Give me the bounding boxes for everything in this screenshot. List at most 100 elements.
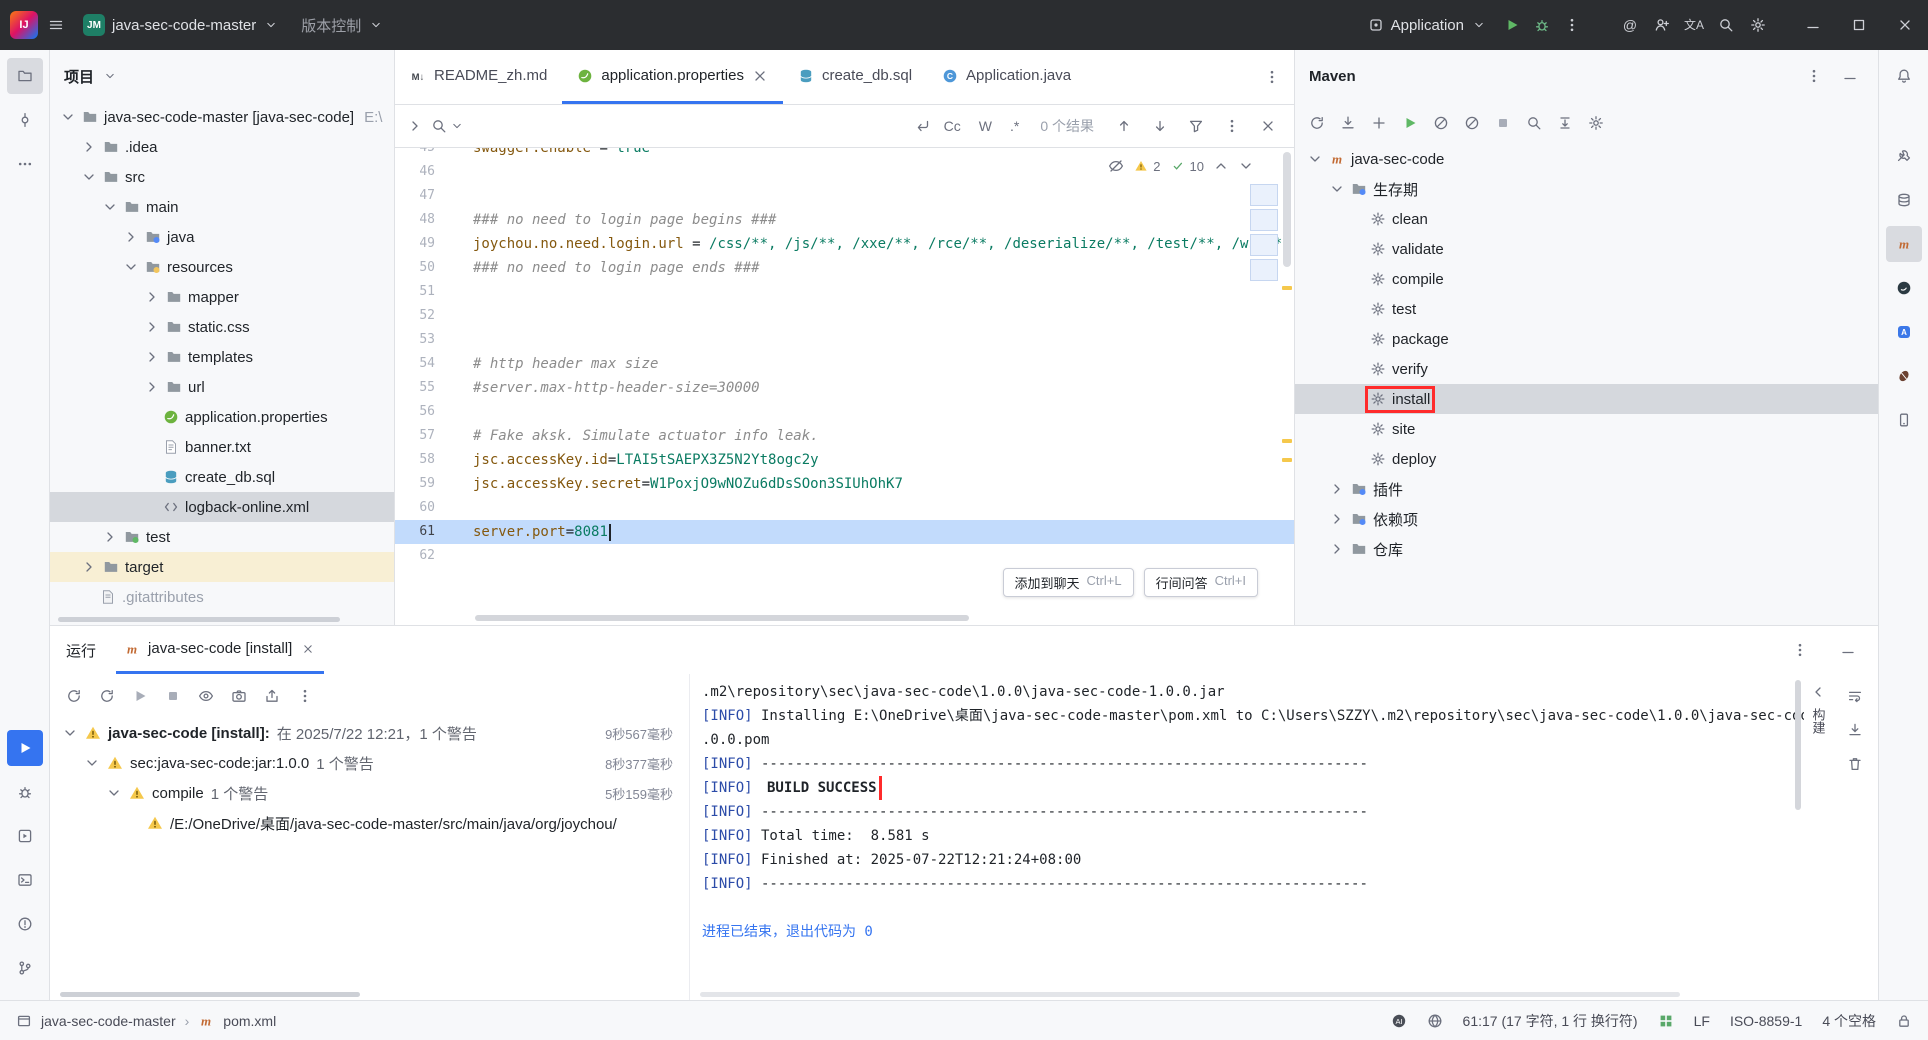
indent-style[interactable]: 4 个空格 bbox=[1822, 1011, 1876, 1031]
run-config-selector[interactable]: Application bbox=[1359, 11, 1496, 40]
notifications-bell-button[interactable] bbox=[1886, 58, 1922, 94]
chevron-right-icon[interactable] bbox=[144, 379, 160, 395]
code-line[interactable]: 62 bbox=[395, 544, 1294, 568]
editor-tab[interactable]: create_db.sql bbox=[783, 50, 927, 104]
project-tree-item[interactable]: static.css bbox=[50, 312, 394, 342]
settings-button[interactable] bbox=[1744, 11, 1772, 39]
collapsed-build-tab[interactable]: 构建 bbox=[1804, 674, 1832, 1000]
clear-button[interactable] bbox=[1841, 750, 1869, 778]
stop-button[interactable] bbox=[159, 682, 187, 710]
chevron-right-icon[interactable] bbox=[81, 139, 97, 155]
maven-tree-item[interactable]: site bbox=[1295, 414, 1878, 444]
chevron-right-icon[interactable] bbox=[1329, 541, 1345, 557]
chevron-down-icon[interactable] bbox=[102, 199, 118, 215]
inline-ai-button[interactable]: @ bbox=[1616, 11, 1644, 39]
tab-list-button[interactable] bbox=[1258, 63, 1286, 91]
maven-more-button[interactable] bbox=[1800, 62, 1828, 90]
scroll-end-button[interactable] bbox=[1841, 716, 1869, 744]
chevron-down-icon[interactable] bbox=[60, 109, 76, 125]
maven-button[interactable]: m bbox=[1885, 226, 1922, 262]
match-case-toggle[interactable]: Cc bbox=[939, 116, 966, 136]
code-line[interactable]: 60 bbox=[395, 496, 1294, 520]
project-folder-button[interactable] bbox=[6, 58, 43, 94]
build-tree-item[interactable]: compile 1 个警告 5秒159毫秒 bbox=[50, 778, 689, 808]
run-panel-more-button[interactable] bbox=[1786, 636, 1814, 664]
prev-occurrence-button[interactable] bbox=[1110, 112, 1138, 140]
project-tree-item[interactable]: templates bbox=[50, 342, 394, 372]
close-window-button[interactable] bbox=[1882, 0, 1928, 50]
run-button[interactable] bbox=[1498, 11, 1526, 39]
chevron-down-icon[interactable] bbox=[1329, 181, 1345, 197]
editor-hscrollbar[interactable] bbox=[475, 615, 970, 621]
project-tree-item[interactable]: java-sec-code-master [java-sec-code] E:\ bbox=[50, 102, 394, 132]
plugin-status-icon[interactable] bbox=[1658, 1013, 1674, 1029]
debug-button[interactable] bbox=[1528, 11, 1556, 39]
run-tab[interactable]: m java-sec-code [install] bbox=[116, 626, 325, 674]
warning-mark[interactable] bbox=[1282, 458, 1292, 463]
expand-search-icon[interactable] bbox=[407, 118, 423, 134]
minimize-window-button[interactable] bbox=[1790, 0, 1836, 50]
ai-assistant-button[interactable]: A bbox=[1886, 314, 1922, 350]
chevron-down-icon[interactable] bbox=[1307, 151, 1323, 167]
rerun-failed-button[interactable] bbox=[93, 682, 121, 710]
ai-action-button[interactable]: 添加到聊天 Ctrl+L bbox=[1002, 568, 1134, 597]
code-line[interactable]: 59 jsc.accessKey.secret=W1PoxjO9wNOZu6dDs… bbox=[395, 472, 1294, 496]
build-button[interactable] bbox=[1886, 138, 1922, 174]
vcs-widget[interactable]: 版本控制 bbox=[292, 9, 393, 42]
add-button[interactable] bbox=[1365, 109, 1393, 137]
services-button[interactable] bbox=[7, 818, 43, 854]
editor-tab[interactable]: application.properties bbox=[562, 50, 783, 104]
project-tree-item[interactable]: target bbox=[50, 552, 394, 582]
more-vert-button[interactable] bbox=[291, 682, 319, 710]
resume-button[interactable] bbox=[126, 682, 154, 710]
run-button[interactable] bbox=[1396, 109, 1424, 137]
run-console[interactable]: .m2\repository\sec\java-sec-code\1.0.0\j… bbox=[690, 674, 1804, 1000]
camera-button[interactable] bbox=[225, 682, 253, 710]
code-line[interactable]: 52 bbox=[395, 304, 1294, 328]
warning-mark[interactable] bbox=[1282, 286, 1292, 291]
code-line[interactable]: 57 # Fake aksk. Simulate actuator info le… bbox=[395, 424, 1294, 448]
code-line[interactable]: 61 server.port=8081 bbox=[395, 520, 1294, 544]
skip-tests-button[interactable] bbox=[1458, 109, 1486, 137]
run-tree-hscrollbar[interactable] bbox=[60, 992, 360, 997]
chevron-right-icon[interactable] bbox=[144, 289, 160, 305]
code-line[interactable]: 56 bbox=[395, 400, 1294, 424]
editor-tab[interactable]: C Application.java bbox=[927, 50, 1086, 104]
ai-action-button[interactable]: 行间问答 Ctrl+I bbox=[1143, 568, 1258, 597]
project-tree-item[interactable]: banner.txt bbox=[50, 432, 394, 462]
export-button[interactable] bbox=[258, 682, 286, 710]
terminal-button[interactable] bbox=[7, 862, 43, 898]
code-line[interactable]: 50 ### no need to login page ends ### bbox=[395, 256, 1294, 280]
maven-tree-item[interactable]: clean bbox=[1295, 204, 1878, 234]
code-line[interactable]: 54 # http header max size bbox=[395, 352, 1294, 376]
search-mode-selector[interactable] bbox=[431, 118, 465, 134]
caret-position[interactable]: 61:17 (17 字符, 1 行 换行符) bbox=[1463, 1011, 1638, 1031]
stop-button[interactable] bbox=[1489, 109, 1517, 137]
line-separator[interactable]: LF bbox=[1694, 1013, 1710, 1029]
warning-counter[interactable]: 2 bbox=[1133, 159, 1161, 174]
maven-tree-item[interactable]: 插件 bbox=[1295, 474, 1878, 504]
breadcrumb-file[interactable]: pom.xml bbox=[223, 1013, 276, 1029]
project-selector[interactable]: JM java-sec-code-master bbox=[74, 8, 288, 42]
prev-problem-icon[interactable] bbox=[1213, 158, 1229, 174]
expand-all-button[interactable] bbox=[1551, 109, 1579, 137]
maven-tree-item[interactable]: test bbox=[1295, 294, 1878, 324]
editor-scrollbar[interactable] bbox=[1280, 148, 1294, 625]
hide-maven-panel-button[interactable] bbox=[1836, 62, 1864, 90]
close-search-button[interactable] bbox=[1254, 112, 1282, 140]
project-hscrollbar[interactable] bbox=[58, 617, 341, 622]
chevron-down-icon[interactable] bbox=[106, 785, 122, 801]
search-more-button[interactable] bbox=[1218, 112, 1246, 140]
project-tree-item[interactable]: main bbox=[50, 192, 394, 222]
maven-tree-item[interactable]: validate bbox=[1295, 234, 1878, 264]
passed-counter[interactable]: 10 bbox=[1170, 159, 1204, 174]
maximize-window-button[interactable] bbox=[1836, 0, 1882, 50]
problems-button[interactable] bbox=[7, 906, 43, 942]
chevron-right-icon[interactable] bbox=[123, 229, 139, 245]
breadcrumb-project[interactable]: java-sec-code-master bbox=[41, 1013, 176, 1029]
maven-tree-item[interactable]: verify bbox=[1295, 354, 1878, 384]
maven-tree-item[interactable]: 仓库 bbox=[1295, 534, 1878, 564]
code-line[interactable]: 47 bbox=[395, 184, 1294, 208]
editor-tab[interactable]: M↓ README_zh.md bbox=[395, 50, 562, 104]
build-tree-item[interactable]: sec:java-sec-code:jar:1.0.0 1 个警告 8秒377毫秒 bbox=[50, 748, 689, 778]
